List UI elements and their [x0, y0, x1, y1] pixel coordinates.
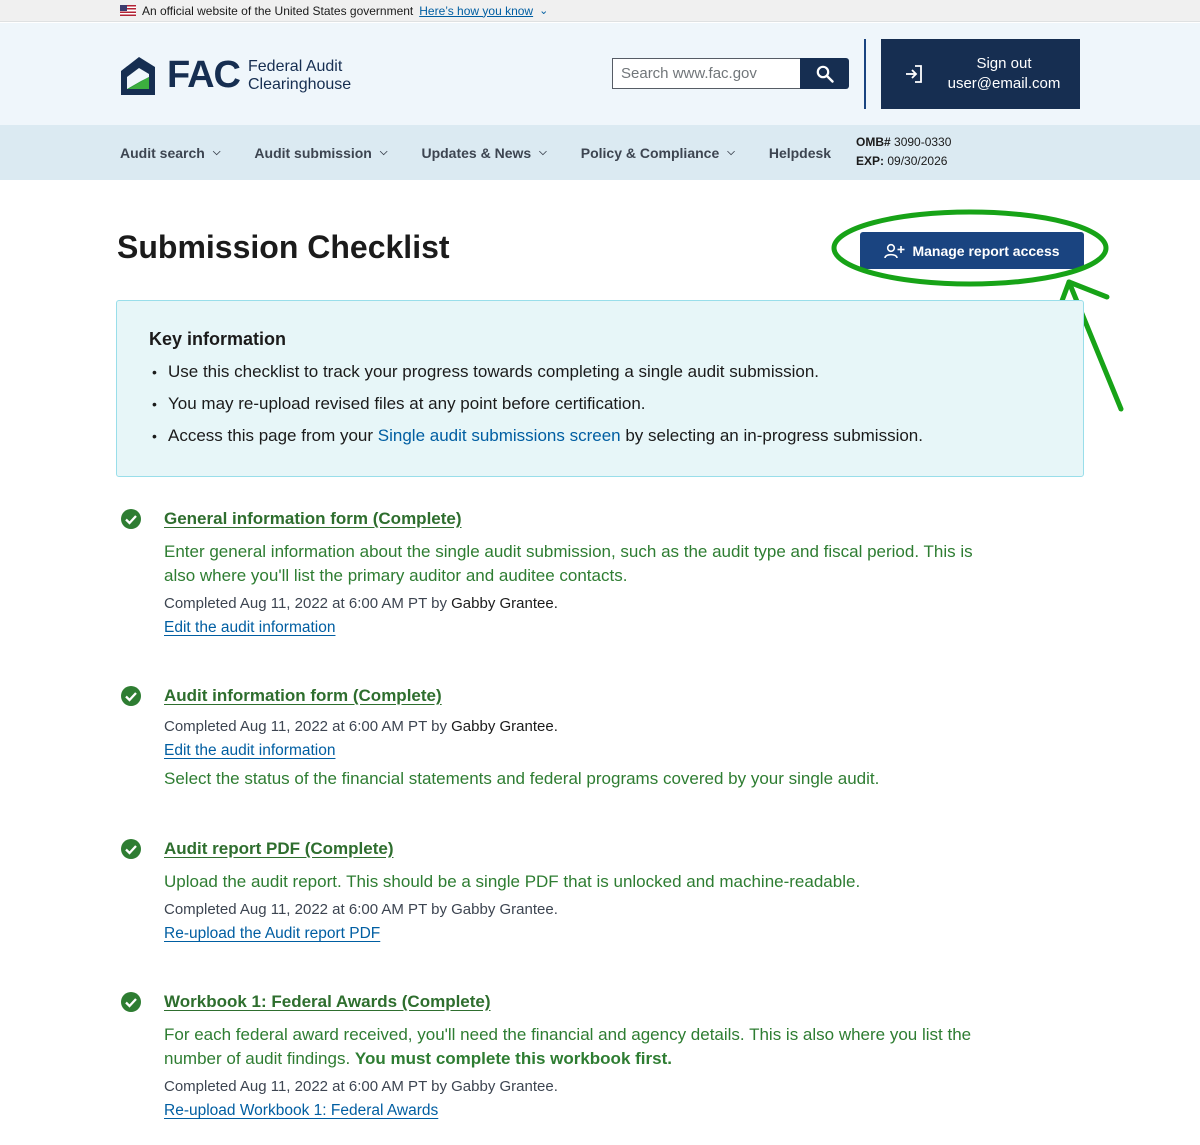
check-circle-icon — [121, 839, 141, 859]
nav-item-updates-news[interactable]: Updates & News ⌵ — [421, 145, 546, 161]
nav-item-label: Updates & News — [421, 144, 532, 161]
search-input[interactable] — [612, 58, 800, 89]
search-button[interactable] — [800, 58, 849, 89]
site-header: FAC Federal Audit Clearinghouse Sign out… — [0, 23, 1200, 125]
list-item-text: Access this page from your — [168, 426, 378, 445]
page-title: Submission Checklist — [117, 229, 450, 265]
nav-item-label: Audit search — [120, 144, 205, 161]
step-description-line: number of audit findings. You must compl… — [164, 1047, 1080, 1071]
logo-abbr: FAC — [167, 54, 241, 96]
step-description: Enter general information about the sing… — [164, 540, 1080, 588]
check-circle-icon — [121, 686, 141, 706]
logo-subtitle: Federal Audit Clearinghouse — [248, 58, 351, 94]
step-title-link[interactable]: General information form (Complete) — [164, 508, 1080, 530]
single-audit-submissions-link[interactable]: Single audit submissions screen — [378, 426, 621, 445]
list-item: Use this checklist to track your progres… — [149, 356, 1051, 388]
chevron-down-icon: ⌵ — [539, 147, 547, 158]
step-description-line: also where you'll list the primary audit… — [164, 566, 628, 585]
manage-report-access-label: Manage report access — [912, 242, 1060, 259]
nav-item-audit-search[interactable]: Audit search ⌵ — [120, 145, 220, 161]
checklist-step-audit-report-pdf: Audit report PDF (Complete) Upload the a… — [120, 838, 1080, 946]
edit-audit-information-link[interactable]: Edit the audit information — [164, 616, 1080, 640]
exp-value: 09/30/2026 — [887, 154, 948, 168]
omb-info: OMB# 3090-0330 EXP: 09/30/2026 — [856, 133, 951, 171]
list-item: Access this page from your Single audit … — [149, 420, 1051, 452]
checklist-step-general-information: General information form (Complete) Ente… — [120, 508, 1080, 640]
completed-by: Gabby Grantee. — [451, 718, 558, 735]
logo-line-2: Clearinghouse — [248, 75, 352, 93]
step-description: Upload the audit report. This should be … — [164, 872, 861, 891]
chevron-down-icon[interactable]: ⌄ — [539, 4, 548, 17]
nav-item-label: Policy & Compliance — [580, 144, 720, 161]
step-description: Select the status of the financial state… — [164, 769, 880, 788]
nav-item-policy-compliance[interactable]: Policy & Compliance ⌵ — [581, 145, 735, 161]
edit-audit-information-link[interactable]: Edit the audit information — [164, 739, 1080, 763]
check-circle-icon — [121, 992, 141, 1012]
sign-out-button[interactable]: Sign out user@email.com — [881, 39, 1080, 109]
step-description-text: number of audit findings. — [164, 1049, 355, 1068]
us-flag-icon — [120, 5, 136, 16]
checklist-step-audit-information: Audit information form (Complete) Comple… — [120, 685, 1080, 791]
manage-report-access-button[interactable]: Manage report access — [860, 232, 1084, 269]
step-title-link[interactable]: Audit report PDF (Complete) — [164, 838, 1080, 860]
check-circle-icon — [121, 509, 141, 529]
gov-banner: An official website of the United States… — [0, 0, 1200, 22]
key-information-list: Use this checklist to track your progres… — [149, 356, 1051, 452]
add-user-icon — [884, 243, 905, 258]
sign-out-label: Sign out — [976, 55, 1032, 72]
header-divider — [864, 39, 866, 109]
heres-how-you-know-link[interactable]: Here’s how you know — [419, 4, 533, 18]
fac-logo[interactable]: FAC Federal Audit Clearinghouse — [119, 54, 351, 97]
completed-by: Gabby Grantee. — [451, 595, 558, 612]
sign-out-user: user@email.com — [947, 75, 1061, 92]
exp-label: EXP: — [856, 154, 885, 168]
completed-text: Completed Aug 11, 2022 at 6:00 AM PT by — [164, 718, 447, 735]
step-description: For each federal award received, you'll … — [164, 1023, 1080, 1071]
reupload-audit-report-link[interactable]: Re-upload the Audit report PDF — [164, 922, 1080, 946]
nav-item-helpdesk[interactable]: Helpdesk — [769, 145, 831, 161]
gov-banner-text: An official website of the United States… — [142, 3, 414, 18]
step-description-line: For each federal award received, you'll … — [164, 1025, 972, 1044]
step-title-link[interactable]: Audit information form (Complete) — [164, 685, 1080, 707]
checklist-step-workbook-1: Workbook 1: Federal Awards (Complete) Fo… — [120, 991, 1080, 1123]
key-information-heading: Key information — [149, 329, 287, 349]
step-title-link[interactable]: Workbook 1: Federal Awards (Complete) — [164, 991, 1080, 1013]
step-completed-meta: Completed Aug 11, 2022 at 6:00 AM PT by … — [164, 592, 1080, 616]
omb-label: OMB# — [856, 135, 891, 149]
step-completed-meta: Completed Aug 11, 2022 at 6:00 AM PT by … — [164, 715, 1080, 739]
nav-item-label: Audit submission — [254, 144, 372, 161]
primary-nav: Audit search ⌵ Audit submission ⌵ Update… — [0, 125, 1200, 180]
list-item-text: by selecting an in-progress submission. — [620, 426, 923, 445]
step-completed-meta: Completed Aug 11, 2022 at 6:00 AM PT by … — [164, 1078, 558, 1095]
sign-out-text: Sign out user@email.com — [939, 54, 1069, 94]
step-description-emphasis: You must complete this workbook first. — [354, 1049, 672, 1068]
list-item: You may re-upload revised files at any p… — [149, 388, 1051, 420]
step-description-line: Enter general information about the sing… — [164, 542, 973, 561]
omb-value: 3090-0330 — [894, 135, 952, 149]
logo-line-1: Federal Audit — [248, 57, 343, 75]
sign-in-arrow-icon — [906, 65, 922, 83]
nav-item-label: Helpdesk — [768, 144, 832, 161]
chevron-down-icon: ⌵ — [212, 147, 221, 158]
search-icon — [816, 65, 834, 83]
nav-item-audit-submission[interactable]: Audit submission ⌵ — [254, 145, 387, 161]
reupload-workbook-1-link[interactable]: Re-upload Workbook 1: Federal Awards — [164, 1099, 1080, 1123]
completed-text: Completed Aug 11, 2022 at 6:00 AM PT by — [164, 595, 447, 612]
key-information-alert: Key information Use this checklist to tr… — [116, 300, 1084, 477]
chevron-down-icon: ⌵ — [379, 147, 388, 158]
chevron-down-icon: ⌵ — [727, 147, 735, 158]
step-completed-meta: Completed Aug 11, 2022 at 6:00 AM PT by … — [164, 901, 558, 918]
site-search — [612, 58, 849, 89]
fac-logo-icon — [121, 56, 155, 95]
